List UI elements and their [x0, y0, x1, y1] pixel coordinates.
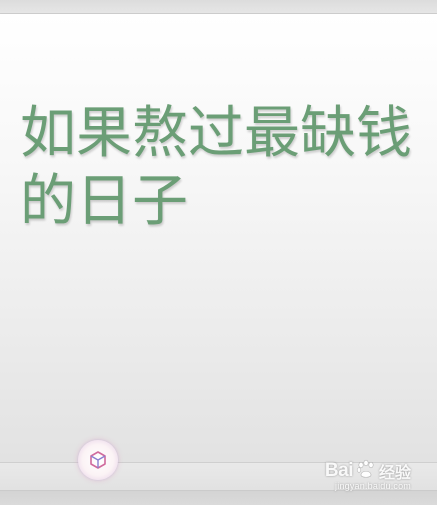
top-toolbar-edge: [0, 0, 437, 14]
cube-icon: [88, 450, 108, 470]
bottom-bar: [0, 490, 437, 505]
watermark-brand-left: Bai: [324, 460, 354, 481]
slide-canvas[interactable]: 如果熬过最缺钱的日子: [0, 14, 437, 463]
watermark-url: jingyan.baidu.com: [335, 481, 411, 491]
watermark-brand-right: 经验: [378, 463, 411, 482]
slide-title: 如果熬过最缺钱的日子: [20, 101, 412, 234]
app-badge-button[interactable]: [78, 440, 118, 480]
